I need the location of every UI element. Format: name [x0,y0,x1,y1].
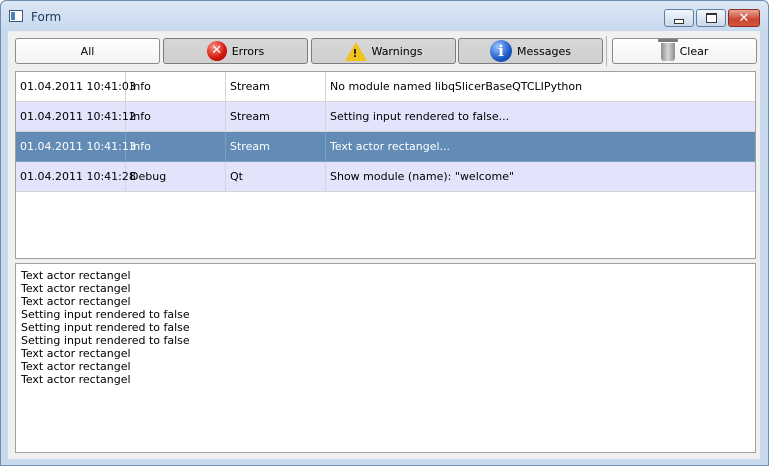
filter-messages-label: Messages [517,44,571,58]
toolbar-separator [606,36,610,66]
detail-line: Text actor rectangel [21,282,131,295]
detail-line: Setting input rendered to false [21,334,190,347]
table-row[interactable]: 01.04.2011 10:41:12 Info Stream Setting … [16,102,755,132]
warning-icon: ! [344,41,367,61]
time-cell: 01.04.2011 10:41:12 [16,102,136,132]
info-icon: i [490,40,513,62]
client-area: All ✕ Errors ! Warnings i Messages Clear [8,31,760,459]
table-row[interactable]: 01.04.2011 10:41:03 Info Stream No modul… [16,72,755,102]
filter-all-label: All [80,44,95,58]
error-icon: ✕ [206,41,227,61]
title-bar[interactable]: Form ✕ [1,1,768,31]
message-cell: Show module (name): "welcome" [326,162,755,192]
source-cell: Qt [226,162,326,192]
table-row-selected[interactable]: 01.04.2011 10:41:13 Info Stream Text act… [16,132,755,162]
source-cell: Stream [226,102,326,132]
level-cell: Info [126,102,226,132]
level-cell: Info [126,132,226,162]
filter-warnings-label: Warnings [371,44,423,58]
source-cell: Stream [226,132,326,162]
minimize-icon [674,18,684,24]
filter-errors-label: Errors [231,44,265,58]
app-icon [9,10,23,22]
filter-messages-button[interactable]: i Messages [458,38,603,64]
maximize-icon [705,13,717,23]
time-cell: 01.04.2011 10:41:13 [16,132,136,162]
table-row[interactable]: 01.04.2011 10:41:28 Debug Qt Show module… [16,162,755,192]
time-cell: 01.04.2011 10:41:03 [16,72,136,102]
detail-line: Text actor rectangel [21,269,131,282]
close-icon: ✕ [738,10,750,26]
filter-all-button[interactable]: All [15,38,160,64]
trash-icon [657,39,678,61]
app-window: Form ✕ All ✕ Errors ! Warnings i Message… [0,0,769,466]
detail-line: Text actor rectangel [21,373,131,386]
filter-warnings-button[interactable]: ! Warnings [311,38,456,64]
close-button[interactable]: ✕ [728,9,760,27]
message-cell: No module named libqSlicerBaseQTCLIPytho… [326,72,755,102]
detail-line: Text actor rectangel [21,360,131,373]
maximize-button[interactable] [696,9,726,27]
time-cell: 01.04.2011 10:41:28 [16,162,136,192]
clear-label: Clear [679,44,709,58]
log-table[interactable]: 01.04.2011 10:41:03 Info Stream No modul… [15,71,756,259]
filter-errors-button[interactable]: ✕ Errors [163,38,308,64]
clear-button[interactable]: Clear [612,38,757,64]
source-cell: Stream [226,72,326,102]
message-cell: Setting input rendered to false... [326,102,755,132]
message-detail-text[interactable]: Text actor rectangel Text actor rectange… [15,263,756,453]
minimize-button[interactable] [664,9,694,27]
detail-line: Setting input rendered to false [21,308,190,321]
detail-line: Text actor rectangel [21,295,131,308]
level-cell: Debug [126,162,226,192]
window-title: Form [31,10,62,24]
message-cell: Text actor rectangel... [326,132,755,162]
detail-line: Setting input rendered to false [21,321,190,334]
level-cell: Info [126,72,226,102]
detail-line: Text actor rectangel [21,347,131,360]
filter-toolbar: All ✕ Errors ! Warnings i Messages Clear [8,31,760,71]
